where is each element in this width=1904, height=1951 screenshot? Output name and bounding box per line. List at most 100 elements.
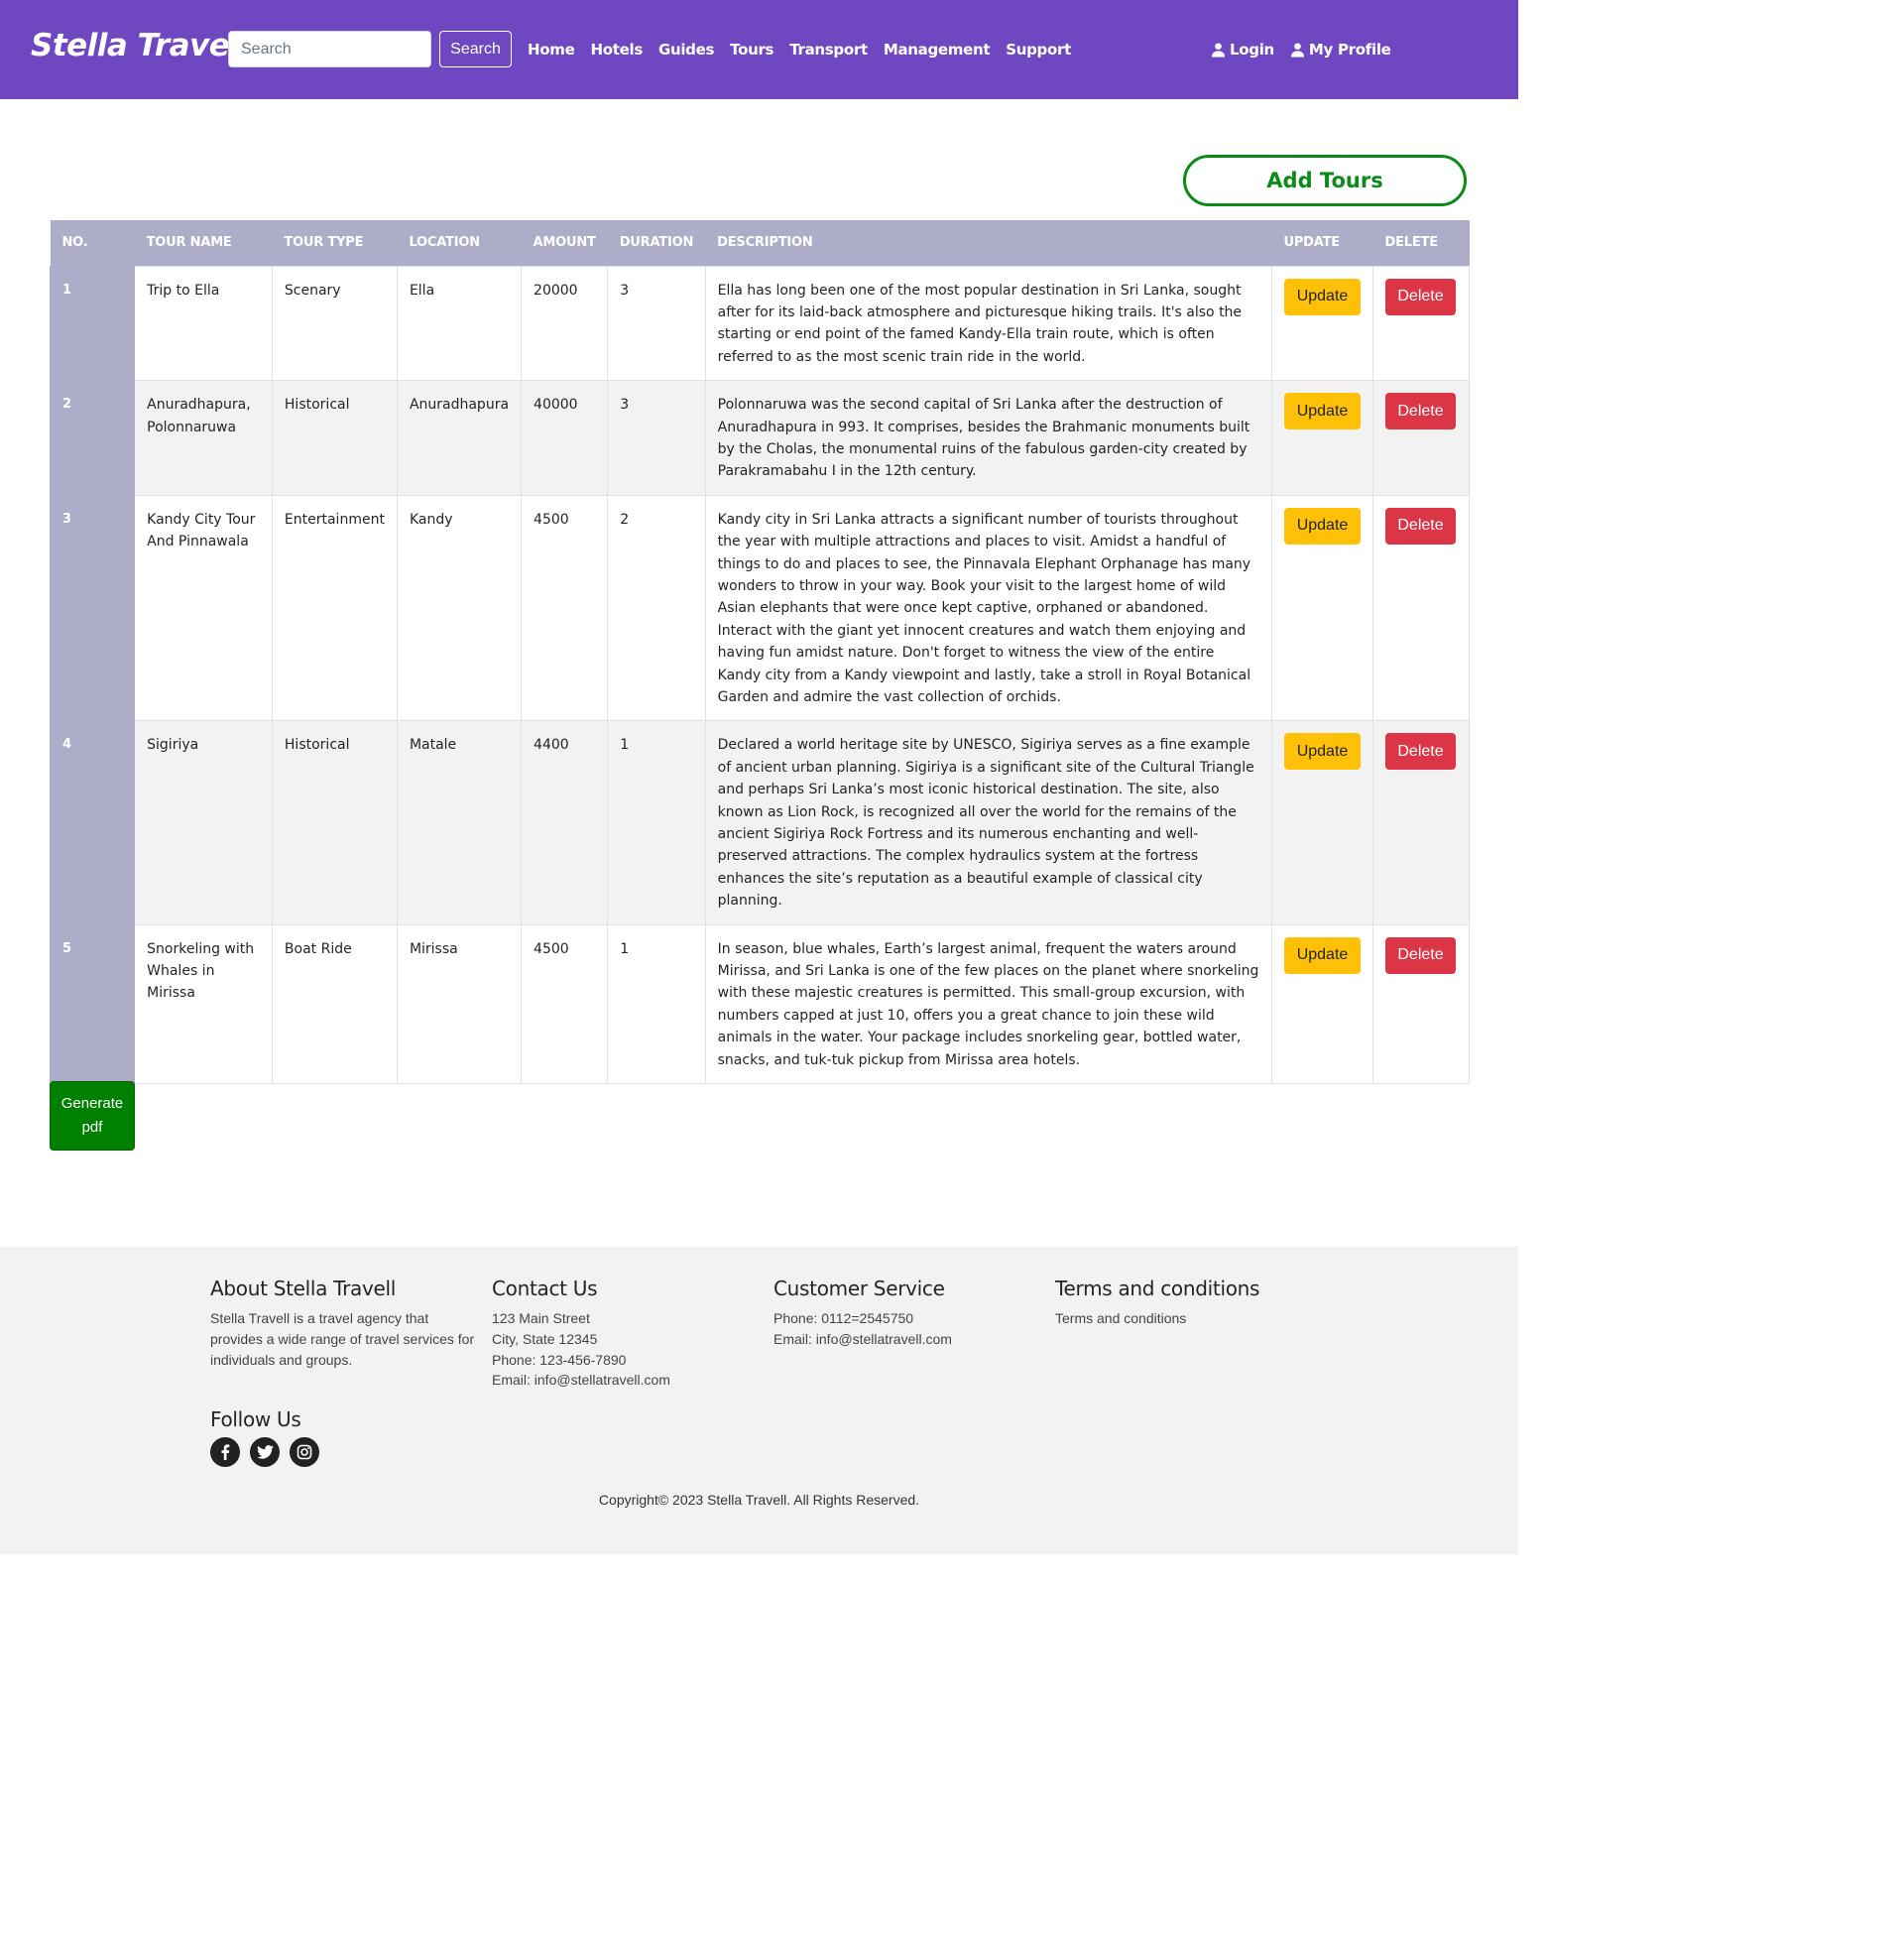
delete-cell: Delete bbox=[1372, 923, 1470, 1085]
delete-button[interactable]: Delete bbox=[1385, 733, 1456, 771]
column-header-tour-type: Tour Type bbox=[272, 220, 398, 266]
location-cell: Matale bbox=[396, 720, 523, 925]
add-tours-button[interactable]: Add Tours bbox=[1183, 155, 1467, 206]
nav-link-tours[interactable]: Tours bbox=[730, 41, 774, 59]
footer-customer-service: Customer Service Phone: 0112=2545750 Ema… bbox=[774, 1277, 1041, 1350]
table-header-row: No. Tour Name Tour Type Location Amount … bbox=[50, 220, 1470, 266]
column-header-duration: Duration bbox=[607, 220, 706, 266]
footer-contact-email: Email: info@stellatravell.com bbox=[492, 1372, 670, 1389]
tour-type-cell: Scenary bbox=[271, 265, 398, 382]
footer-service-phone: Phone: 0112=2545750 bbox=[774, 1310, 914, 1326]
user-icon bbox=[1290, 43, 1304, 58]
facebook-icon[interactable] bbox=[210, 1437, 240, 1467]
update-button[interactable]: Update bbox=[1284, 278, 1361, 315]
brand-logo[interactable]: Stella Travel bbox=[31, 28, 240, 63]
row-number: 2 bbox=[49, 380, 136, 496]
instagram-icon[interactable] bbox=[290, 1437, 319, 1467]
search-input[interactable] bbox=[228, 31, 431, 67]
footer-follow-us: Follow Us bbox=[210, 1407, 319, 1467]
tour-name-cell: Snorkeling with Whales in Mirissa bbox=[134, 923, 273, 1085]
delete-button[interactable]: Delete bbox=[1385, 936, 1456, 974]
social-icons bbox=[210, 1437, 319, 1467]
twitter-icon[interactable] bbox=[250, 1437, 280, 1467]
column-header-delete: Delete bbox=[1372, 220, 1470, 266]
nav-link-home[interactable]: Home bbox=[528, 41, 575, 59]
nav-link-guides[interactable]: Guides bbox=[658, 41, 714, 59]
tour-type-cell: Historical bbox=[271, 720, 398, 925]
footer-service-email: Email: info@stellatravell.com bbox=[774, 1330, 952, 1347]
footer-about: About Stella Travell Stella Travell is a… bbox=[210, 1277, 478, 1370]
update-button[interactable]: Update bbox=[1284, 393, 1361, 430]
delete-cell: Delete bbox=[1372, 720, 1470, 925]
update-cell: Update bbox=[1271, 380, 1373, 496]
description-cell: Declared a world heritage site by UNESCO… bbox=[704, 720, 1273, 925]
copyright: Copyright© 2023 Stella Travell. All Righ… bbox=[598, 1492, 920, 1508]
amount-cell: 4500 bbox=[521, 494, 609, 722]
login-link[interactable]: Login bbox=[1211, 41, 1274, 59]
table-row: 4 Sigiriya Historical Matale 4400 1 Decl… bbox=[49, 720, 1470, 925]
table-row: 2 Anuradhapura, Polonnaruwa Historical A… bbox=[49, 380, 1470, 496]
description-cell: In season, blue whales, Earth’s largest … bbox=[704, 923, 1273, 1085]
update-cell: Update bbox=[1271, 720, 1373, 925]
update-cell: Update bbox=[1271, 494, 1373, 722]
delete-button[interactable]: Delete bbox=[1385, 507, 1456, 545]
row-number: 1 bbox=[49, 265, 136, 382]
table-row: 1 Trip to Ella Scenary Ella 20000 3 Ella… bbox=[49, 265, 1470, 382]
amount-cell: 4400 bbox=[521, 720, 609, 925]
nav-link-transport[interactable]: Transport bbox=[789, 41, 868, 59]
table-row: 5 Snorkeling with Whales in Mirissa Boat… bbox=[49, 923, 1470, 1085]
footer-service-title: Customer Service bbox=[774, 1277, 945, 1300]
location-cell: Anuradhapura bbox=[396, 380, 523, 496]
row-number: 4 bbox=[49, 720, 136, 925]
duration-cell: 3 bbox=[607, 380, 706, 496]
nav-link-hotels[interactable]: Hotels bbox=[590, 41, 643, 59]
tour-name-cell: Kandy City Tour And Pinnawala bbox=[134, 494, 273, 722]
tour-type-cell: Boat Ride bbox=[271, 923, 398, 1085]
update-cell: Update bbox=[1271, 265, 1373, 382]
amount-cell: 4500 bbox=[521, 923, 609, 1085]
update-cell: Update bbox=[1271, 923, 1373, 1085]
column-header-description: Description bbox=[705, 220, 1272, 266]
update-button[interactable]: Update bbox=[1284, 733, 1361, 771]
tour-type-cell: Entertainment bbox=[271, 494, 398, 722]
location-cell: Mirissa bbox=[396, 923, 523, 1085]
nav-links: Home Hotels Guides Tours Transport Manag… bbox=[528, 41, 1087, 59]
column-header-location: Location bbox=[397, 220, 522, 266]
footer-contact-title: Contact Us bbox=[492, 1277, 598, 1300]
search-button[interactable]: Search bbox=[439, 31, 512, 67]
table-row: 3 Kandy City Tour And Pinnawala Entertai… bbox=[49, 494, 1470, 722]
amount-cell: 40000 bbox=[521, 380, 609, 496]
description-cell: Polonnaruwa was the second capital of Sr… bbox=[704, 380, 1273, 496]
my-profile-label: My Profile bbox=[1308, 41, 1391, 59]
footer-about-text: Stella Travell is a travel agency that p… bbox=[210, 1310, 475, 1368]
tour-name-cell: Sigiriya bbox=[134, 720, 273, 925]
delete-cell: Delete bbox=[1372, 265, 1470, 382]
footer-contact-address: 123 Main Street bbox=[492, 1310, 590, 1326]
row-number: 3 bbox=[49, 494, 136, 722]
nav-link-management[interactable]: Management bbox=[884, 41, 991, 59]
tour-name-cell: Anuradhapura, Polonnaruwa bbox=[134, 380, 273, 496]
delete-button[interactable]: Delete bbox=[1385, 393, 1456, 430]
tour-type-cell: Historical bbox=[271, 380, 398, 496]
column-header-amount: Amount bbox=[521, 220, 608, 266]
nav-link-support[interactable]: Support bbox=[1006, 41, 1071, 59]
footer-about-title: About Stella Travell bbox=[210, 1277, 397, 1300]
location-cell: Kandy bbox=[396, 494, 523, 722]
update-button[interactable]: Update bbox=[1284, 507, 1361, 545]
footer-follow-title: Follow Us bbox=[210, 1407, 301, 1431]
footer-contact-phone: Phone: 123-456-7890 bbox=[492, 1351, 627, 1368]
column-header-update: Update bbox=[1271, 220, 1373, 266]
my-profile-link[interactable]: My Profile bbox=[1290, 41, 1391, 59]
description-cell: Ella has long been one of the most popul… bbox=[704, 265, 1273, 382]
location-cell: Ella bbox=[396, 265, 523, 382]
update-button[interactable]: Update bbox=[1284, 936, 1361, 974]
duration-cell: 1 bbox=[607, 720, 706, 925]
generate-pdf-button[interactable]: Generate pdf bbox=[50, 1081, 135, 1151]
delete-button[interactable]: Delete bbox=[1385, 278, 1456, 315]
footer-terms-title: Terms and conditions bbox=[1055, 1277, 1260, 1300]
column-header-no: No. bbox=[50, 220, 135, 266]
duration-cell: 1 bbox=[607, 923, 706, 1085]
footer-contact-city: City, State 12345 bbox=[492, 1330, 598, 1347]
footer-terms-link[interactable]: Terms and conditions bbox=[1055, 1308, 1323, 1329]
user-icon bbox=[1211, 43, 1226, 58]
